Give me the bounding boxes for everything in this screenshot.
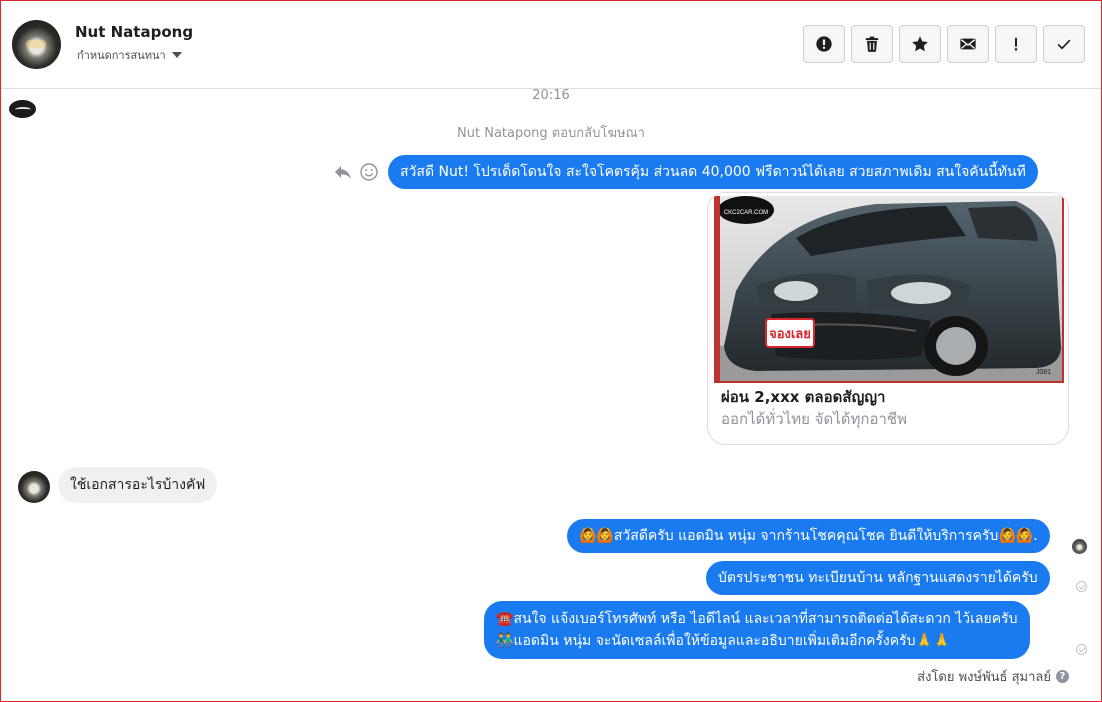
delete-button[interactable] <box>851 25 893 63</box>
message-text: แอดมิน หนุ่ม จะนัดเซลล์เพื่อให้ข้อมูลและ… <box>513 633 916 649</box>
ad-card-title: ผ่อน 2,xxx ตลอดสัญญา <box>721 388 886 406</box>
caret-down-icon <box>171 52 182 58</box>
ad-card[interactable]: CKC2CAR.COM จองเลย J081 ผ่อน 2,xxx ตลอดส… <box>707 192 1069 445</box>
message-text: ใช้เอกสารอะไรบ้างคัฟ <box>70 477 206 493</box>
message-text: สวัสดี Nut! โปรเด็ดโดนใจ สะใจโคตรคุ้ม ส่… <box>400 164 1026 180</box>
exclamation-icon <box>1014 37 1018 51</box>
trash-icon <box>865 36 879 52</box>
help-icon[interactable]: ? <box>1056 670 1069 683</box>
reply-bubble-3: ☎️สนใจ แจ้งเบอร์โทรศัพท์ หรือ ไอดีไลน์ แ… <box>484 601 1030 659</box>
message-tools <box>333 162 379 182</box>
conversation-header: Nut Natapong กำหนดการสนทนา <box>1 1 1101 89</box>
contact-name[interactable]: Nut Natapong <box>75 23 193 41</box>
page-avatar <box>9 100 36 118</box>
emoji: ☎️ <box>496 611 514 627</box>
replied-to-ad-note: Nut Natapong ตอบกลับโฆษณา <box>457 126 645 141</box>
exclamation-circle-icon <box>816 36 832 52</box>
delivered-check-icon <box>1076 644 1087 655</box>
message-text: บัตรประชาชน ทะเบียนบ้าน หลักฐานแสดงรายได… <box>718 570 1038 586</box>
reply-bubble-1: 🙆🙆สวัสดีครับ แอดมิน หนุ่ม จากร้านโชคคุณโ… <box>567 519 1050 553</box>
emoji: 🙏🙏 <box>915 633 951 649</box>
emoji: 🙆🙆. <box>998 528 1038 544</box>
conversation-label: กำหนดการสนทนา <box>77 49 166 62</box>
star-icon <box>912 36 928 52</box>
incoming-message-bubble: ใช้เอกสารอะไรบ้างคัฟ <box>58 467 218 503</box>
follow-up-button[interactable] <box>995 25 1037 63</box>
message-text: สวัสดีครับ แอดมิน หนุ่ม จากร้านโชคคุณโชค… <box>613 528 999 544</box>
sent-by-note: ส่งโดย พงษ์พันธ์ สุมาลย์ ? <box>917 666 1069 687</box>
sender-avatar[interactable] <box>18 471 50 503</box>
ad-card-subtitle: ออกได้ทั่วไทย จัดได้ทุกอาชีพ <box>721 410 907 428</box>
ad-message-bubble: สวัสดี Nut! โปรเด็ดโดนใจ สะใจโคตรคุ้ม ส่… <box>388 155 1038 189</box>
seen-avatar <box>1072 539 1087 554</box>
contact-avatar[interactable] <box>12 20 61 69</box>
message-text: สนใจ แจ้งเบอร์โทรศัพท์ หรือ ไอดีไลน์ และ… <box>513 611 1018 627</box>
timestamp: 20:16 <box>532 88 570 103</box>
star-button[interactable] <box>899 25 941 63</box>
reserve-badge-text: จองเลย <box>769 327 811 342</box>
delivered-check-icon <box>1076 581 1087 592</box>
emoji: 🙆🙆 <box>579 528 614 544</box>
mark-done-button[interactable] <box>1043 25 1085 63</box>
mark-spam-button[interactable] <box>803 25 845 63</box>
reply-bubble-2: บัตรประชาชน ทะเบียนบ้าน หลักฐานแสดงรายได… <box>706 561 1050 595</box>
smiley-icon[interactable] <box>359 162 379 182</box>
car-image: CKC2CAR.COM จองเลย J081 <box>714 196 1064 383</box>
watermark-text: CKC2CAR.COM <box>724 210 768 216</box>
image-code-text: J081 <box>1036 369 1051 376</box>
envelope-icon <box>960 38 976 50</box>
header-actions <box>803 25 1085 63</box>
conversation-settings-dropdown[interactable]: กำหนดการสนทนา <box>77 46 182 64</box>
reply-icon[interactable] <box>333 162 353 182</box>
sent-by-text: ส่งโดย พงษ์พันธ์ สุมาลย์ <box>917 670 1051 685</box>
mark-unread-button[interactable] <box>947 25 989 63</box>
emoji: 👬 <box>496 633 514 649</box>
checkmark-icon <box>1057 39 1071 50</box>
